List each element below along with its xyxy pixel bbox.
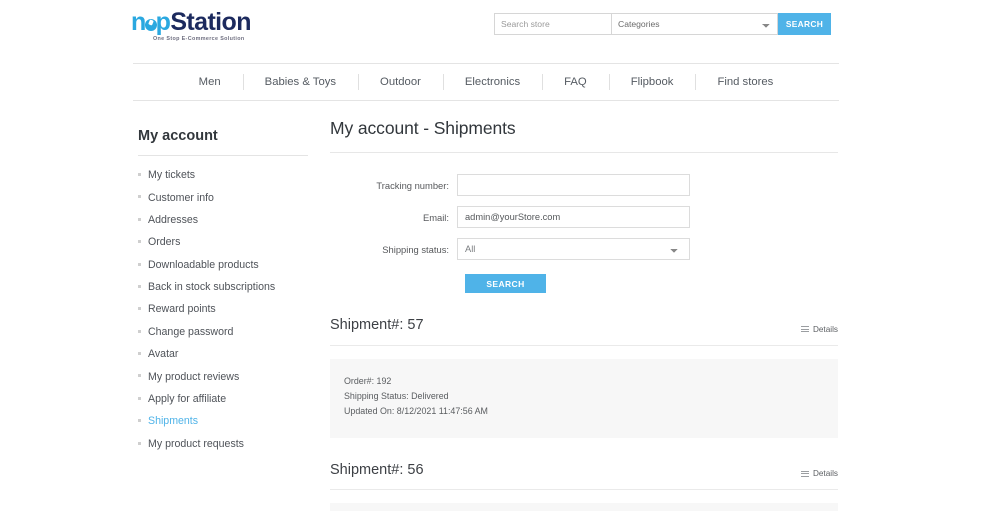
shipment-details-link[interactable]: Details: [800, 469, 838, 479]
nav-item-men[interactable]: Men: [177, 74, 243, 90]
nav-list: Men Babies & Toys Outdoor Electronics FA…: [177, 74, 796, 90]
sidebar-title: My account: [138, 128, 308, 156]
sidebar-item-change-password[interactable]: Change password: [138, 321, 310, 343]
shipment-details-label: Details: [812, 469, 838, 479]
sidebar-item-shipments[interactable]: Shipments: [138, 410, 310, 432]
nav-item-babies-toys[interactable]: Babies & Toys: [242, 74, 358, 90]
shipping-status-select[interactable]: All: [457, 238, 690, 260]
sidebar-item-apply-for-affiliate[interactable]: Apply for affiliate: [138, 388, 310, 410]
sidebar-item-my-product-reviews[interactable]: My product reviews: [138, 365, 310, 387]
page-title: My account - Shipments: [330, 118, 838, 153]
site-logo[interactable]: n pStation One Stop E-Commerce Solution: [131, 10, 251, 42]
sidebar-item-back-in-stock-subscriptions[interactable]: Back in stock subscriptions: [138, 276, 310, 298]
logo-station-text: Station: [170, 8, 251, 36]
shipment-header: Shipment#: 57 Details: [330, 317, 838, 346]
sidebar-item-my-product-requests[interactable]: My product requests: [138, 433, 310, 455]
account-sidebar: My account My tickets Customer info Addr…: [138, 128, 310, 455]
tracking-number-row: Tracking number:: [330, 174, 838, 196]
hamburger-icon: [800, 326, 809, 332]
nav-item-flipbook[interactable]: Flipbook: [608, 74, 696, 90]
shipment-header: Shipment#: 56 Details: [330, 462, 838, 491]
sidebar-item-my-tickets[interactable]: My tickets: [138, 164, 310, 186]
sidebar-list: My tickets Customer info Addresses Order…: [138, 156, 310, 455]
page-root: npStation One Stop E-Commerce Solution C…: [0, 0, 999, 511]
shipment-card: Shipment#: 56 Details Order#: 193 Shippi…: [330, 462, 838, 511]
shipment-body: Order#: 193 Shipping Status: Delivered U…: [330, 503, 838, 511]
tracking-number-input[interactable]: [457, 174, 690, 196]
email-row: Email:: [330, 206, 838, 228]
email-input[interactable]: [457, 206, 690, 228]
shipment-number: Shipment#: 56: [330, 461, 424, 478]
shipment-body: Order#: 192 Shipping Status: Delivered U…: [330, 358, 838, 438]
email-label: Email:: [422, 211, 449, 223]
sidebar-item-customer-info[interactable]: Customer info: [138, 186, 310, 208]
nav-item-outdoor[interactable]: Outdoor: [358, 74, 443, 90]
sidebar-item-downloadable-products[interactable]: Downloadable products: [138, 254, 310, 276]
nav-item-find-stores[interactable]: Find stores: [695, 74, 795, 90]
sidebar-item-orders[interactable]: Orders: [138, 231, 310, 253]
sidebar-item-avatar[interactable]: Avatar: [138, 343, 310, 365]
sidebar-item-addresses[interactable]: Addresses: [138, 209, 310, 231]
shipment-search-form: Tracking number: Email: Shipping status:…: [330, 153, 838, 293]
sidebar-item-reward-points[interactable]: Reward points: [138, 298, 310, 320]
shipment-status: Shipping Status: Delivered: [344, 390, 449, 401]
shipment-search-button[interactable]: SEARCH: [465, 274, 546, 293]
shipment-details-label: Details: [812, 324, 838, 334]
account-content: My account - Shipments Tracking number: …: [330, 118, 838, 511]
nav-item-faq[interactable]: FAQ: [542, 74, 609, 90]
header-search: Categories SEARCH: [494, 13, 831, 35]
shipping-status-label: Shipping status:: [382, 243, 449, 255]
shipment-order-number: Order#: 192: [344, 375, 392, 386]
shipment-card: Shipment#: 57 Details Order#: 192 Shippi…: [330, 317, 838, 438]
logo-tagline: One Stop E-Commerce Solution: [153, 36, 245, 42]
shipment-number: Shipment#: 57: [330, 317, 424, 333]
shipment-details-link[interactable]: Details: [800, 324, 838, 334]
logo-leaf-icon: [144, 19, 157, 31]
site-header: npStation One Stop E-Commerce Solution C…: [0, 0, 999, 48]
search-input[interactable]: [494, 13, 611, 35]
logo-nop-text: n: [131, 8, 146, 36]
nav-item-electronics[interactable]: Electronics: [442, 74, 542, 90]
search-category-select[interactable]: Categories: [611, 13, 778, 35]
tracking-number-label: Tracking number:: [376, 179, 449, 191]
main-navigation: Men Babies & Toys Outdoor Electronics FA…: [133, 63, 839, 101]
form-submit-row: SEARCH: [330, 274, 838, 293]
logo-p-text: p: [155, 8, 171, 36]
logo-text: n pStation: [131, 10, 251, 35]
shipment-updated-on: Updated On: 8/12/2021 11:47:56 AM: [344, 406, 488, 417]
shipping-status-row: Shipping status: All: [330, 238, 838, 260]
header-search-button[interactable]: SEARCH: [778, 13, 831, 35]
hamburger-icon: [800, 470, 809, 477]
